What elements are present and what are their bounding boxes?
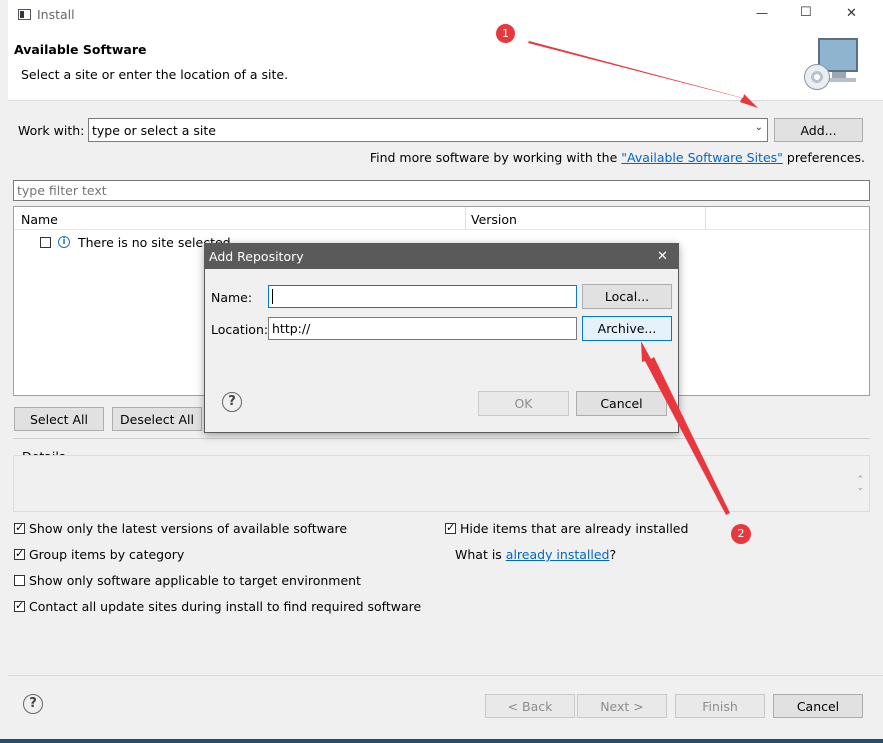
location-value: http:// (272, 321, 311, 336)
maximize-icon[interactable]: ☐ (800, 5, 812, 20)
column-header-name[interactable]: Name (21, 212, 58, 227)
finish-button[interactable]: Finish (675, 694, 765, 718)
annotation-badge-1: 1 (496, 24, 515, 43)
location-input[interactable]: http:// (268, 317, 577, 340)
more-software-text: Find more software by working with the "… (370, 150, 865, 165)
help-icon[interactable]: ? (23, 694, 43, 714)
cancel-button[interactable]: Cancel (773, 694, 863, 718)
close-icon[interactable]: ✕ (846, 6, 857, 21)
dialog-title-bar: Add Repository ✕ (205, 244, 678, 269)
work-with-combo[interactable]: type or select a site ⌄ (88, 118, 768, 142)
filter-input[interactable] (13, 180, 870, 201)
title-bar: Install — ☐ ✕ (8, 0, 883, 30)
chevron-down-icon[interactable]: ⌄ (755, 122, 763, 133)
what-is-installed-text: What is already installed? (455, 547, 616, 562)
option-hide-installed[interactable]: Hide items that are already installed (445, 521, 745, 537)
bottom-edge (0, 739, 883, 743)
name-label: Name: (211, 290, 253, 305)
archive-button[interactable]: Archive... (582, 316, 672, 341)
option-contact-update-sites[interactable]: Contact all update sites during install … (14, 599, 434, 615)
details-textarea[interactable]: ⌃ ⌄ (13, 455, 870, 512)
next-button[interactable]: Next > (577, 694, 667, 718)
option-target-environment[interactable]: Show only software applicable to target … (14, 573, 414, 589)
ok-button[interactable]: OK (478, 391, 569, 416)
target-environment-label: Show only software applicable to target … (29, 573, 361, 588)
dialog-help-icon[interactable]: ? (222, 392, 242, 412)
page-subtitle: Select a site or enter the location of a… (21, 67, 289, 82)
option-group-by-category[interactable]: Group items by category (14, 547, 414, 563)
install-computer-icon (802, 34, 866, 94)
window-title: Install (37, 7, 75, 22)
dialog-title: Add Repository (209, 249, 304, 264)
hide-installed-checkbox[interactable] (445, 521, 456, 534)
annotation-number: 2 (737, 527, 745, 540)
annotation-badge-2: 2 (731, 524, 751, 544)
minimize-icon[interactable]: — (756, 6, 768, 20)
name-input[interactable] (268, 285, 577, 308)
column-divider (705, 207, 706, 229)
table-header: Name Version (14, 207, 869, 230)
dialog-cancel-button[interactable]: Cancel (576, 391, 667, 416)
info-icon: i (58, 236, 70, 248)
group-by-category-label: Group items by category (29, 547, 185, 562)
work-with-label: Work with: (18, 123, 85, 138)
work-with-value: type or select a site (92, 122, 216, 138)
option-latest-versions[interactable]: Show only the latest versions of availab… (14, 521, 414, 537)
what-is-prefix: What is (455, 547, 506, 562)
local-button[interactable]: Local... (582, 284, 672, 309)
location-label: Location: (211, 322, 269, 337)
header-panel: Available Software Select a site or ente… (8, 30, 883, 101)
page-title: Available Software (14, 42, 147, 57)
deselect-all-button[interactable]: Deselect All (112, 407, 202, 431)
text-cursor (272, 289, 273, 304)
contact-update-sites-checkbox[interactable] (14, 599, 25, 612)
scroll-arrows-icon[interactable]: ⌃ ⌄ (856, 476, 864, 493)
contact-update-sites-label: Contact all update sites during install … (29, 599, 422, 614)
latest-versions-checkbox[interactable] (14, 521, 25, 534)
already-installed-link[interactable]: already installed (506, 547, 610, 562)
latest-versions-label: Show only the latest versions of availab… (29, 521, 348, 536)
more-software-suffix: preferences. (782, 150, 865, 165)
group-by-category-checkbox[interactable] (14, 547, 25, 560)
what-is-suffix: ? (609, 547, 617, 562)
app-icon (18, 9, 31, 20)
add-repository-dialog: Add Repository ✕ Name: Local... Location… (204, 243, 679, 433)
annotation-number: 1 (502, 27, 509, 40)
dialog-close-icon[interactable]: ✕ (657, 249, 668, 264)
target-environment-checkbox[interactable] (14, 575, 25, 586)
column-header-version[interactable]: Version (471, 212, 517, 227)
column-divider (465, 207, 466, 229)
add-site-button[interactable]: Add... (774, 118, 863, 142)
details-separator (13, 438, 870, 439)
hide-installed-label: Hide items that are already installed (460, 521, 689, 536)
select-all-button[interactable]: Select All (14, 407, 104, 431)
back-button[interactable]: < Back (485, 694, 575, 718)
more-software-prefix: Find more software by working with the (369, 150, 622, 165)
row-checkbox[interactable] (40, 237, 51, 248)
available-software-sites-link[interactable]: "Available Software Sites" (621, 150, 783, 165)
